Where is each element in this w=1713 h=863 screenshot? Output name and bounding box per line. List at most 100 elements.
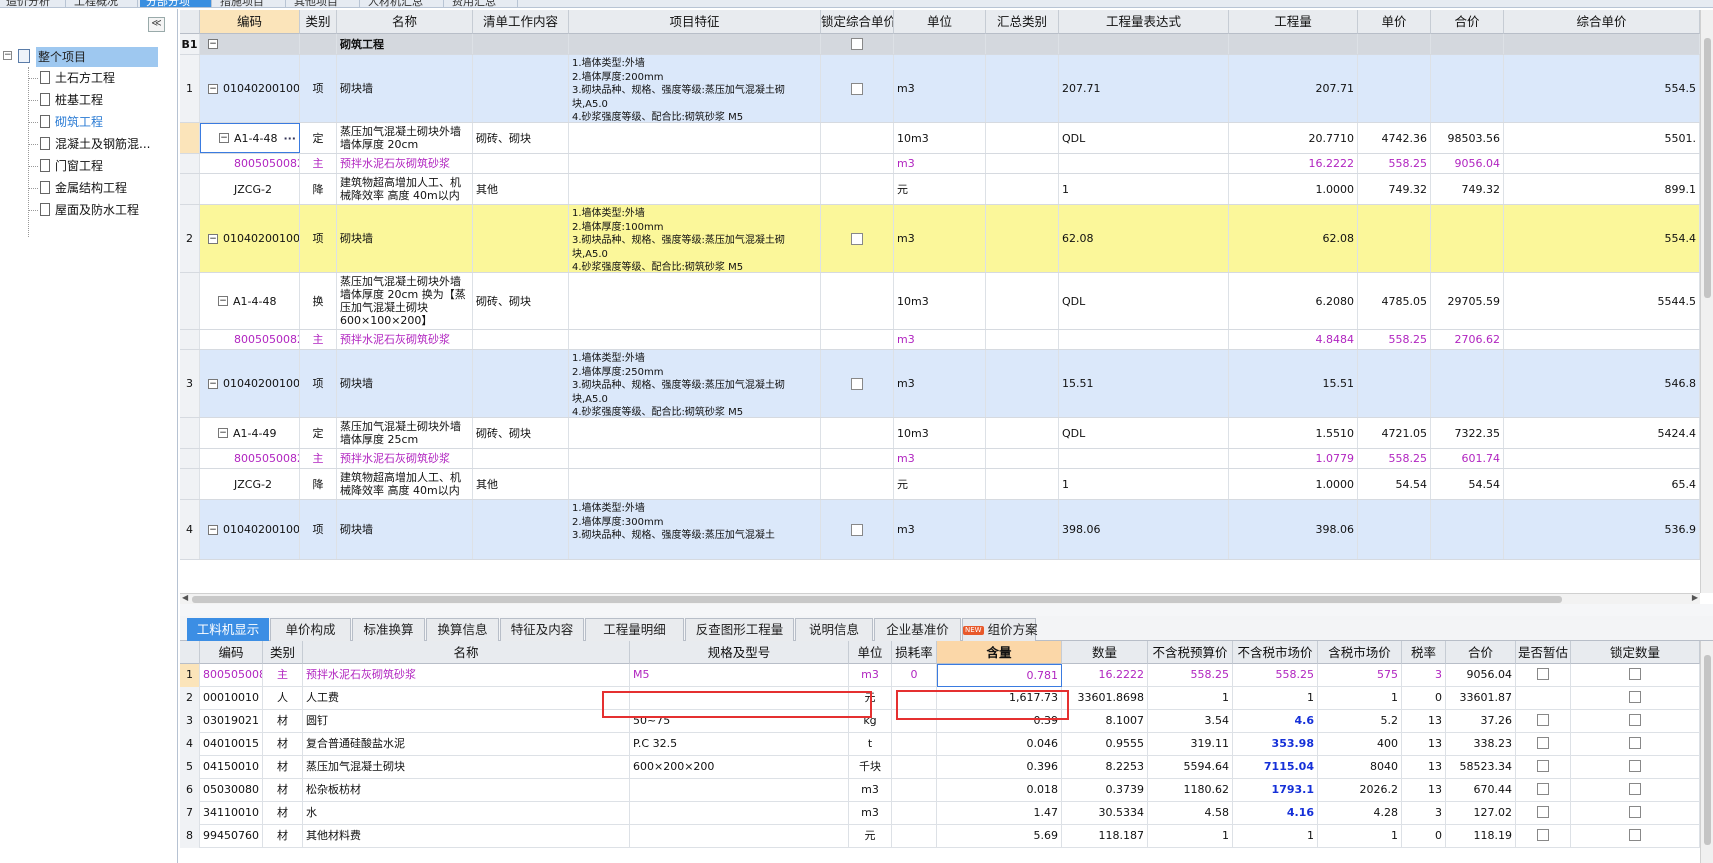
content-cell[interactable]: 0.046 [937,733,1062,756]
lock-price-cell[interactable] [821,330,894,349]
total-cell[interactable]: 749.32 [1431,174,1504,204]
estimate-checkbox[interactable] [1537,829,1549,841]
unit-cell[interactable]: m3 [894,205,986,272]
unit-cell[interactable]: 元 [894,469,986,499]
spec-cell[interactable] [630,825,849,848]
tax-cell[interactable]: 13 [1402,756,1446,779]
unit-cell[interactable]: m3 [894,500,986,559]
expr-cell[interactable]: 1 [1059,469,1229,499]
estimate-checkbox[interactable] [1537,806,1549,818]
code-cell[interactable]: −010402001003 [200,500,300,559]
price-cell[interactable]: 558.25 [1358,449,1431,468]
table-row[interactable]: 2−010402001008 项砌块墙 1.墙体类型:外墙 2.墙体厚度:100mm… [180,205,1700,273]
column-header[interactable]: 合价 [1431,10,1504,34]
unit-cell[interactable] [894,34,986,54]
expr-cell[interactable]: QDL [1059,418,1229,448]
qty-cell[interactable]: 0.9555 [1062,733,1148,756]
loss-cell[interactable] [892,756,937,779]
total-cell[interactable]: 2706.62 [1431,330,1504,349]
code-cell[interactable]: JZCG-2 [200,174,300,204]
table-row[interactable]: 4−010402001003 项砌块墙 1.墙体类型:外墙 2.墙体厚度:300mm… [180,500,1700,560]
total-cell[interactable]: 9056.04 [1446,664,1516,687]
content-cell[interactable]: 0.396 [937,756,1062,779]
lock-price-cell[interactable] [821,500,894,559]
table-row[interactable]: 7 34110010 材水 m3 1.47 30.5334 4.58 4.16 4.28 3 127… [180,802,1700,825]
mkt-cell[interactable]: 4.16 [1233,802,1318,825]
work-cell[interactable] [473,55,569,122]
type-cell[interactable]: 材 [263,710,303,733]
detail-tab[interactable]: 反查图形工程量 [685,618,794,641]
code-cell[interactable]: −010402001008 [200,205,300,272]
name-cell[interactable]: 预拌水泥石灰砌筑砂浆 [303,664,630,687]
tax-cell[interactable]: 3 [1402,664,1446,687]
column-header[interactable]: 合价 [1446,641,1516,664]
total-cell[interactable]: 127.02 [1446,802,1516,825]
price-cell[interactable]: 54.54 [1358,469,1431,499]
lock-price-cell[interactable] [821,174,894,204]
collapse-toggle-icon[interactable]: − [218,296,228,306]
price-cell[interactable] [1358,205,1431,272]
price-cell[interactable]: 4721.05 [1358,418,1431,448]
feature-cell[interactable] [569,273,821,329]
estimate-checkbox[interactable] [1537,760,1549,772]
column-header[interactable] [180,641,200,664]
type-cell[interactable]: 项 [300,500,337,559]
name-cell[interactable]: 砌块墙 [337,500,473,559]
type-cell[interactable]: 主 [300,154,337,173]
sumcat-cell[interactable] [986,154,1059,173]
unit-cell[interactable]: m3 [894,330,986,349]
total-cell[interactable]: 58523.34 [1446,756,1516,779]
sumcat-cell[interactable] [986,174,1059,204]
qty-cell[interactable]: 16.2222 [1062,664,1148,687]
scroll-right-icon[interactable]: ▶ [1692,593,1698,602]
expr-cell[interactable]: QDL [1059,273,1229,329]
lock-price-cell[interactable] [821,469,894,499]
work-cell[interactable] [473,330,569,349]
work-cell[interactable] [473,449,569,468]
total-cell[interactable]: 7322.35 [1431,418,1504,448]
name-cell[interactable]: 预拌水泥石灰砌筑砂浆 [337,330,473,349]
lock-price-cell[interactable] [821,350,894,417]
expr-cell[interactable]: QDL [1059,123,1229,153]
sumcat-cell[interactable] [986,449,1059,468]
estimate-cell[interactable] [1516,733,1571,756]
estimate-cell[interactable] [1516,710,1571,733]
detail-tab[interactable]: 标准换算 [352,618,425,641]
unitprice-cell[interactable] [1504,154,1700,173]
tax-cell[interactable]: 0 [1402,687,1446,710]
code-cell[interactable]: − A1-4-48 ··· [200,123,300,153]
mkttax-cell[interactable]: 4.28 [1318,802,1402,825]
mkttax-cell[interactable]: 8040 [1318,756,1402,779]
work-cell[interactable]: 其他 [473,469,569,499]
mkt-cell[interactable]: 7115.04 [1233,756,1318,779]
unit-cell[interactable]: kg [849,710,892,733]
work-cell[interactable] [473,350,569,417]
name-cell[interactable]: 预拌水泥石灰砌筑砂浆 [337,449,473,468]
mkttax-cell[interactable]: 1 [1318,687,1402,710]
name-cell[interactable]: 建筑物超高增加人工、机械降效率 高度 40m以内 [337,174,473,204]
work-cell[interactable]: 砌砖、砌块 [473,273,569,329]
pane-splitter[interactable] [180,604,1713,616]
mkttax-cell[interactable]: 5.2 [1318,710,1402,733]
unitprice-cell[interactable]: 546.8 [1504,350,1700,417]
spec-cell[interactable]: P.C 32.5 [630,733,849,756]
total-cell[interactable] [1431,55,1504,122]
collapse-toggle-icon[interactable]: − [208,83,218,94]
total-cell[interactable]: 338.23 [1446,733,1516,756]
lock-price-cell[interactable] [821,273,894,329]
loss-cell[interactable] [892,687,937,710]
unit-cell[interactable]: m3 [894,350,986,417]
lock-qty-checkbox[interactable] [1629,760,1641,772]
lock-price-cell[interactable] [821,55,894,122]
qty-cell[interactable]: 30.5334 [1062,802,1148,825]
price-cell[interactable]: 4785.05 [1358,273,1431,329]
sumcat-cell[interactable] [986,418,1059,448]
code-cell[interactable]: − A1-4-49 [200,418,300,448]
expr-cell[interactable]: 62.08 [1059,205,1229,272]
price-cell[interactable] [1358,55,1431,122]
estimate-cell[interactable] [1516,779,1571,802]
qty-cell[interactable]: 398.06 [1229,500,1358,559]
table-row[interactable]: 8005050082 主预拌水泥石灰砌筑砂浆 m3 4.8484 558.25 2706.… [180,330,1700,350]
estimate-cell[interactable] [1516,802,1571,825]
tree-item[interactable]: 砌筑工程 [28,111,178,133]
